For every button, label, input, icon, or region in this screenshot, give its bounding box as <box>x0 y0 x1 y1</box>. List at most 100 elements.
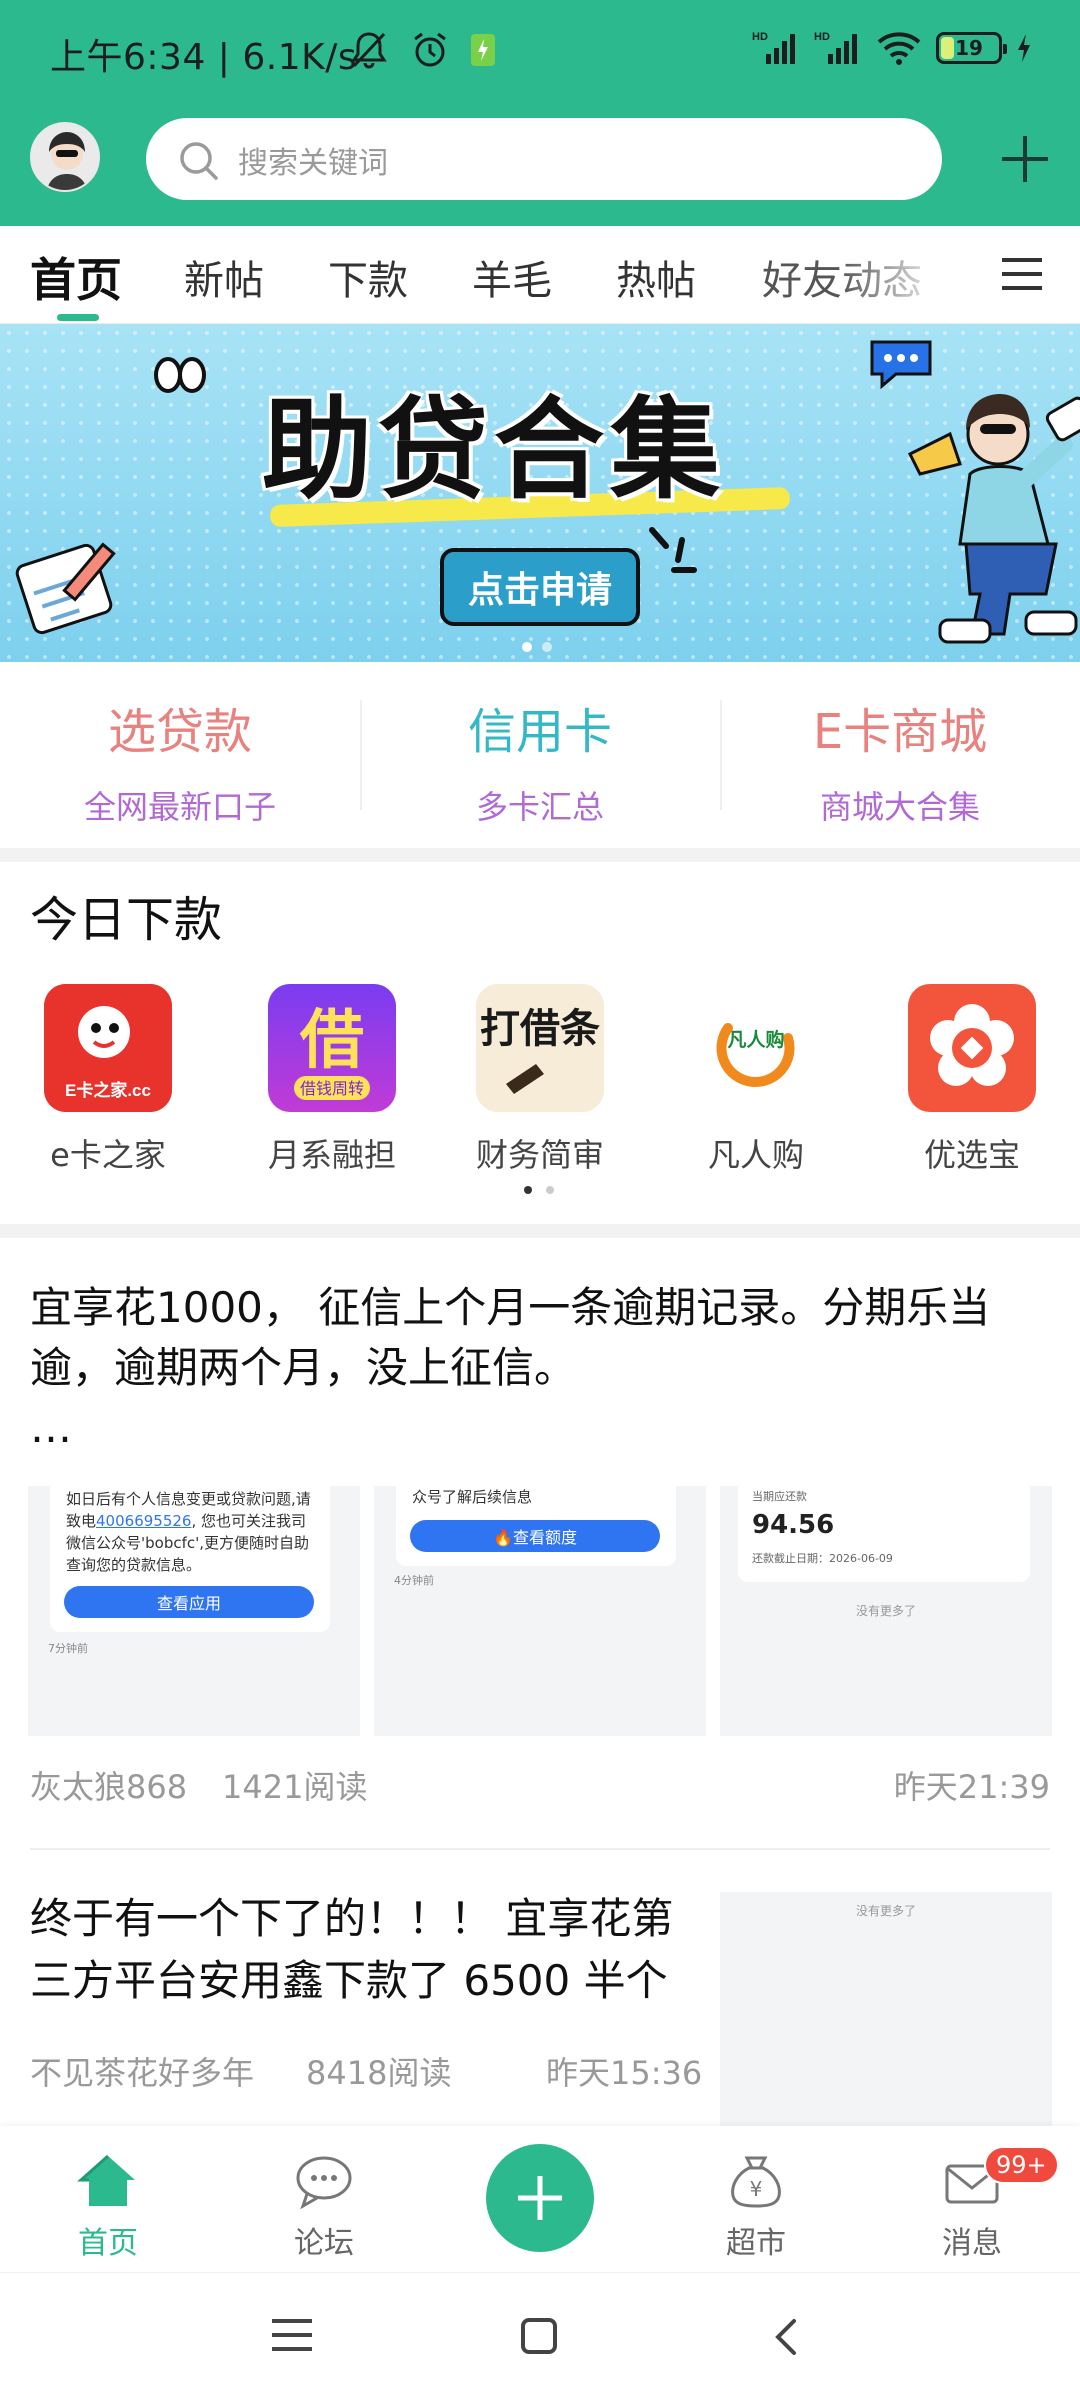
nav-home[interactable]: 首页 <box>38 2152 178 2262</box>
svg-text:E卡之家.cc: E卡之家.cc <box>65 1080 151 1100</box>
tab-new-posts[interactable]: 新帖 <box>184 248 264 306</box>
section-title: 今日下款 <box>30 892 223 948</box>
nav-market[interactable]: ¥ 超市 <box>686 2152 826 2262</box>
wifi-icon <box>877 32 921 65</box>
post-time: 昨天21:39 <box>893 1768 1050 1806</box>
category-tabs: 首页 新帖 下款 羊毛 热帖 好友动态 <box>0 226 1080 324</box>
header-toolbar: 搜索关键词 <box>0 108 1080 226</box>
borrow-app-icon: 借借钱周转 <box>268 984 396 1112</box>
status-bar: 上午6:34 | 6.1K/s HD HD 19 <box>0 0 1080 108</box>
nav-forum[interactable]: 论坛 <box>254 2152 394 2262</box>
quote-icon <box>154 357 206 393</box>
more-indicator: … <box>30 1403 72 1452</box>
chat-icon <box>296 2156 352 2210</box>
banner-title: 助贷合集 <box>262 386 726 514</box>
quick-entry-subtitle: 商城大合集 <box>819 788 980 826</box>
app-item[interactable]: 凡人购 凡人购 <box>676 984 836 1176</box>
tab-hot[interactable]: 热帖 <box>616 248 696 306</box>
post-reads: 1421阅读 <box>222 1768 368 1806</box>
post-reads: 8418阅读 <box>306 2054 452 2092</box>
app-header: 上午6:34 | 6.1K/s HD HD 19 搜索关键词 <box>0 0 1080 226</box>
home-icon <box>77 2154 135 2206</box>
quick-entry-title: E卡商城 <box>812 704 988 760</box>
quick-entry-loans[interactable]: 选贷款 全网最新口子 <box>0 692 360 828</box>
app-item[interactable]: 打借条 财务简审 <box>460 984 620 1176</box>
post-thumbnails: 如日后有个人信息变更或贷款问题,请致电4006695526, 您也可关注我司微信… <box>28 1486 1052 1736</box>
view-app-button: 查看应用 <box>64 1586 314 1618</box>
tab-indicator <box>57 314 99 321</box>
fanrengou-icon: 凡人购 <box>692 984 820 1112</box>
system-navigation-bar <box>0 2272 1080 2400</box>
home-button-icon[interactable] <box>520 2317 558 2355</box>
quick-entry-title: 选贷款 <box>107 704 252 760</box>
post-item[interactable]: 宜享花1000， 征信上个月一条逾期记录。分期乐当逾，逾期两个月，没上征信。 …… <box>0 1238 1080 1850</box>
back-icon[interactable] <box>772 2317 800 2357</box>
notebook-illustration <box>15 542 116 635</box>
bottom-navigation: 首页 论坛 ¥ 超市 消息 99+ <box>0 2126 1080 2272</box>
app-name: 凡人购 <box>707 1136 804 1174</box>
svg-text:借: 借 <box>299 1004 364 1078</box>
avatar[interactable] <box>30 122 100 192</box>
status-left-icons <box>348 30 496 70</box>
search-placeholder: 搜索关键词 <box>238 146 388 181</box>
apply-button[interactable]: 点击申请 <box>440 548 640 626</box>
unread-badge: 99+ <box>984 2146 1059 2184</box>
signal-icon-2: HD <box>814 31 857 64</box>
post-author[interactable]: 灰太狼868 <box>30 1762 187 1808</box>
post-text: 宜享花1000， 征信上个月一条逾期记录。分期乐当逾，逾期两个月，没上征信。 … <box>30 1278 1050 1458</box>
check-quota-button: 🔥查看额度 <box>410 1520 660 1552</box>
post-thumbnail[interactable]: 如日后有个人信息变更或贷款问题,请致电4006695526, 您也可关注我司微信… <box>28 1486 360 1736</box>
quick-entry-title: 信用卡 <box>467 704 612 760</box>
status-right-icons: HD HD 19 <box>752 30 1032 66</box>
post-thumbnail[interactable]: 当期应还款 94.56 还款截止日期：2026-06-09 没有更多了 <box>720 1486 1052 1736</box>
app-name: e卡之家 <box>50 1136 166 1174</box>
app-name: 财务简审 <box>475 1136 604 1174</box>
post-author[interactable]: 不见茶花好多年 <box>30 2048 254 2094</box>
avatar-image <box>32 124 98 190</box>
post-time: 昨天15:36 <box>546 2054 703 2092</box>
pager-dot <box>522 642 532 652</box>
quick-entry-credit-cards[interactable]: 信用卡 多卡汇总 <box>360 692 720 828</box>
post-thumbnail[interactable]: 没有更多了 <box>720 1892 1052 2130</box>
svg-text:HD: HD <box>814 31 830 43</box>
today-loans-section: 今日下款 E卡之家.cc e卡之家 借借钱周转 月系融担 打借条 财务简审 凡人… <box>0 862 1080 1224</box>
quick-entry-ecard-mall[interactable]: E卡商城 商城大合集 <box>720 692 1080 828</box>
search-icon <box>180 142 218 180</box>
battery-icon: 19 <box>936 32 1007 64</box>
add-icon[interactable] <box>994 128 1056 190</box>
svg-text:借钱周转: 借钱周转 <box>300 1079 364 1098</box>
bell-off-icon <box>351 32 387 69</box>
search-input[interactable]: 搜索关键词 <box>146 118 942 200</box>
pager-dot <box>542 642 552 652</box>
plus-icon <box>518 2176 562 2220</box>
svg-text:凡人购: 凡人购 <box>727 1028 784 1051</box>
iou-app-icon: 打借条 <box>476 984 604 1112</box>
post-item[interactable]: 终于有一个下了的！！！ 宜享花第三方平台安用鑫下款了 6500 半个 没有更多了… <box>0 1850 1080 2130</box>
charging-app-icon <box>471 34 495 66</box>
app-item[interactable]: 优选宝 <box>892 984 1052 1176</box>
tab-deals[interactable]: 羊毛 <box>472 248 552 306</box>
app-name: 优选宝 <box>923 1136 1020 1174</box>
status-time: 上午6:34 | 6.1K/s <box>50 37 358 78</box>
svg-text:打借条: 打借条 <box>480 1006 600 1052</box>
post-thumbnail[interactable]: 众号了解后续信息 🔥查看额度 4分钟前 <box>374 1486 706 1736</box>
quick-entry-subtitle: 多卡汇总 <box>475 788 604 826</box>
create-post-button[interactable] <box>486 2144 594 2252</box>
promo-banner[interactable]: 助贷合集 点击申请 <box>0 324 1080 662</box>
app-name: 月系融担 <box>267 1136 396 1174</box>
today-pager <box>524 1186 554 1194</box>
app-item[interactable]: E卡之家.cc e卡之家 <box>28 984 188 1176</box>
menu-icon[interactable] <box>1002 256 1042 292</box>
spark-lines-icon <box>649 527 697 573</box>
tab-home[interactable]: 首页 <box>30 244 122 310</box>
pager-dot <box>546 1186 554 1194</box>
money-bag-icon: ¥ <box>731 2156 781 2208</box>
quick-entries: 选贷款 全网最新口子 信用卡 多卡汇总 E卡商城 商城大合集 <box>0 662 1080 848</box>
ecard-home-icon: E卡之家.cc <box>44 984 172 1112</box>
banner-pager <box>522 642 552 652</box>
svg-text:¥: ¥ <box>750 2177 763 2201</box>
tab-loans[interactable]: 下款 <box>328 248 408 306</box>
app-item[interactable]: 借借钱周转 月系融担 <box>252 984 412 1176</box>
recent-apps-icon[interactable] <box>272 2317 312 2353</box>
post-text: 终于有一个下了的！！！ 宜享花第三方平台安用鑫下款了 6500 半个 <box>30 1894 674 2005</box>
